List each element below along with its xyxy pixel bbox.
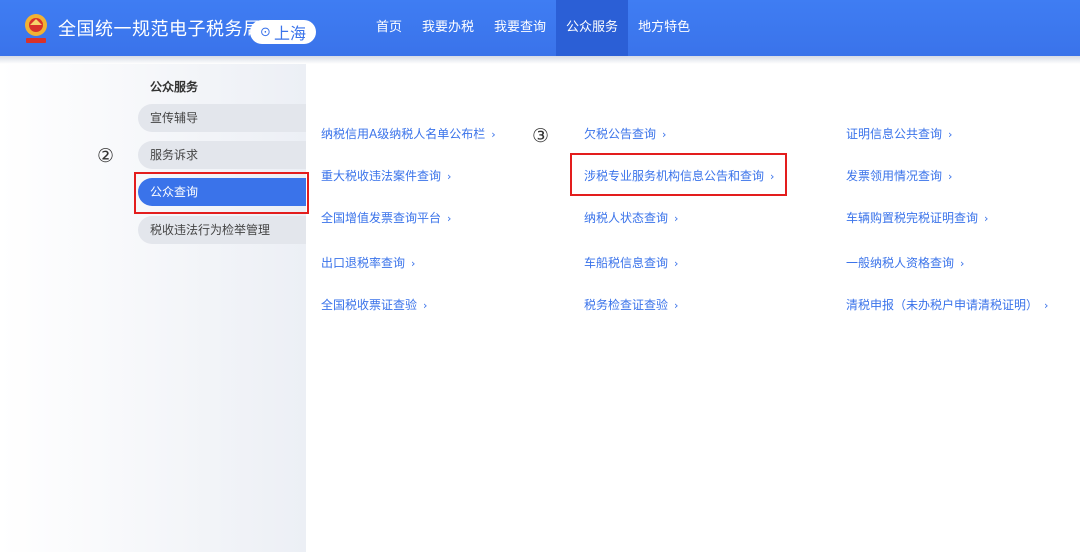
main-nav: 首页 我要办税 我要查询 公众服务 地方特色	[366, 0, 700, 56]
chevron-right-icon: ›	[411, 257, 416, 270]
link-a-level-taxpayer-list[interactable]: 纳税信用A级纳税人名单公布栏 ›	[321, 125, 496, 142]
sidebar-item-violation-report[interactable]: 税收违法行为检举管理	[138, 216, 306, 244]
link-vat-invoice-platform[interactable]: 全国增值发票查询平台 ›	[321, 209, 451, 226]
tax-emblem-icon	[25, 14, 47, 43]
link-taxpayer-status[interactable]: 纳税人状态查询 ›	[584, 209, 678, 226]
link-invoice-usage[interactable]: 发票领用情况查询 ›	[846, 167, 952, 184]
link-export-rebate-rate[interactable]: 出口退税率查询 ›	[321, 254, 415, 271]
chevron-right-icon: ›	[948, 170, 953, 183]
region-label: 上海	[273, 24, 306, 43]
chevron-right-icon: ›	[960, 257, 965, 270]
chevron-right-icon: ›	[948, 128, 953, 141]
link-tax-clearance-declaration[interactable]: 清税申报（未办税户申请清税证明） ›	[846, 296, 1048, 313]
sidebar-item-service-request[interactable]: 服务诉求	[138, 141, 306, 169]
chevron-right-icon: ›	[447, 212, 452, 225]
highlight-box-step-2	[134, 172, 309, 214]
link-vehicle-purchase-tax-cert[interactable]: 车辆购置税完税证明查询 ›	[846, 209, 988, 226]
chevron-right-icon: ›	[1044, 299, 1049, 312]
link-tax-inspection-certificate[interactable]: 税务检查证查验 ›	[584, 296, 678, 313]
sidebar-item-publicity[interactable]: 宣传辅导	[138, 104, 306, 132]
nav-tax-handling[interactable]: 我要办税	[412, 0, 484, 56]
link-general-taxpayer-qualification[interactable]: 一般纳税人资格查询 ›	[846, 254, 964, 271]
nav-query[interactable]: 我要查询	[484, 0, 556, 56]
chevron-right-icon: ›	[770, 170, 775, 183]
sidebar-heading: 公众服务	[150, 80, 199, 94]
link-tax-arrears-notice[interactable]: 欠税公告查询 ›	[584, 125, 666, 142]
link-tax-receipt-verification[interactable]: 全国税收票证查验 ›	[321, 296, 427, 313]
link-vehicle-vessel-tax[interactable]: 车船税信息查询 ›	[584, 254, 678, 271]
chevron-right-icon: ›	[662, 128, 667, 141]
link-tax-service-agency-query[interactable]: 涉税专业服务机构信息公告和查询 ›	[584, 167, 774, 184]
nav-public-service[interactable]: 公众服务	[556, 0, 629, 56]
step-3-marker: ③	[532, 125, 550, 147]
step-2-marker: ②	[97, 145, 115, 167]
nav-home[interactable]: 首页	[366, 0, 412, 56]
chevron-right-icon: ›	[984, 212, 989, 225]
location-pin-icon: ⊙	[260, 24, 271, 40]
chevron-right-icon: ›	[674, 299, 679, 312]
chevron-right-icon: ›	[423, 299, 428, 312]
chevron-right-icon: ›	[491, 128, 496, 141]
region-selector[interactable]: ⊙ 上海	[250, 20, 316, 44]
chevron-right-icon: ›	[674, 212, 679, 225]
top-header: 全国统一规范电子税务局 ⊙ 上海 首页 我要办税 我要查询 公众服务 地方特色	[0, 0, 1080, 56]
header-shadow	[0, 56, 1080, 64]
chevron-right-icon: ›	[674, 257, 679, 270]
link-certificate-public-query[interactable]: 证明信息公共查询 ›	[846, 125, 952, 142]
site-title[interactable]: 全国统一规范电子税务局	[58, 15, 262, 41]
nav-local-features[interactable]: 地方特色	[628, 0, 700, 56]
link-major-violation-cases[interactable]: 重大税收违法案件查询 ›	[321, 167, 451, 184]
chevron-right-icon: ›	[447, 170, 452, 183]
